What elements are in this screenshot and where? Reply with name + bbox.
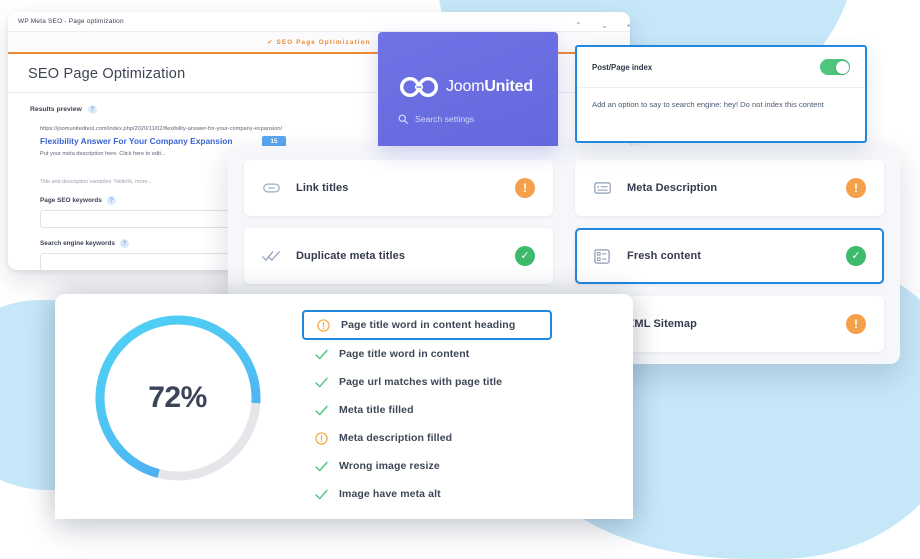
post-page-index-header: Post/Page index	[577, 47, 865, 88]
help-icon[interactable]: ?	[87, 105, 97, 114]
exclamation-icon: !	[854, 181, 858, 195]
tab-label: SEO Page Optimization	[276, 38, 371, 46]
check-card-label: Meta Description	[627, 182, 718, 194]
status-badge-warning: !	[515, 178, 535, 198]
brand-name: JoomUnited	[446, 78, 533, 96]
checklist-item-page-title-word-in-content[interactable]: Page title word in content	[300, 340, 633, 368]
check-icon	[314, 349, 328, 360]
search-engine-keywords-text: Search engine keywords	[40, 240, 115, 247]
toggle-knob	[835, 60, 849, 74]
check-card-label: Fresh content	[627, 250, 702, 262]
warning-icon	[316, 318, 330, 332]
checklist-item-page-title-word-in-content-heading[interactable]: Page title word in content heading	[302, 310, 552, 340]
brand-bold: United	[484, 78, 533, 95]
check-card-label: Duplicate meta titles	[296, 250, 406, 262]
checklist-item-label: Meta title filled	[339, 404, 414, 416]
checklist-item-page-url-matches-with-page-title[interactable]: Page url matches with page title	[300, 368, 633, 396]
check-icon: ✓	[851, 249, 861, 262]
check-card-meta-description[interactable]: Meta Description !	[575, 160, 884, 216]
checklist-item-image-have-meta-alt[interactable]: Image have meta alt	[300, 480, 633, 508]
check-card-link-titles[interactable]: Link titles !	[244, 160, 553, 216]
page-seo-keywords-text: Page SEO keywords	[40, 197, 102, 204]
post-page-index-card[interactable]: Post/Page index Add an option to say to …	[575, 45, 867, 143]
checklist-item-meta-description-filled[interactable]: Meta description filled	[300, 424, 633, 452]
checklist-item-label: Page title word in content	[339, 348, 470, 360]
joomunited-logo: JoomUnited	[398, 76, 533, 98]
settings-card: JoomUnited Search settings	[378, 32, 558, 146]
check-card-fresh-content[interactable]: Fresh content ✓	[575, 228, 884, 284]
window-title: WP Meta SEO - Page optimization	[18, 18, 124, 25]
exclamation-icon: !	[854, 317, 858, 331]
check-icon	[314, 461, 328, 472]
checklist-item-meta-title-filled[interactable]: Meta title filled	[300, 396, 633, 424]
chevron-down-icon[interactable]: ⌄	[601, 21, 608, 30]
list-icon	[593, 248, 611, 264]
status-badge-warning: !	[846, 178, 866, 198]
checklist-item-label: Image have meta alt	[339, 488, 441, 500]
check-icon	[314, 377, 328, 388]
window-controls: ⌃ ⌄ ▪	[575, 18, 630, 32]
score-gauge-wrap: 72%	[55, 294, 300, 486]
checklist-item-label: Page title word in content heading	[341, 319, 516, 331]
exclamation-icon: !	[523, 181, 527, 195]
search-icon	[398, 114, 408, 124]
check-card-label: Link titles	[296, 182, 349, 194]
post-page-index-toggle[interactable]	[820, 59, 850, 75]
check-icon	[314, 405, 328, 416]
score-panel: 72% Page title word in content heading P…	[55, 294, 633, 519]
checklist-item-label: Meta description filled	[339, 432, 453, 444]
check-icon	[314, 489, 328, 500]
status-badge-ok: ✓	[515, 246, 535, 266]
checklist-item-label: Page url matches with page title	[339, 376, 503, 388]
chevron-up-icon[interactable]: ⌃	[575, 21, 582, 30]
search-settings-placeholder: Search settings	[415, 114, 475, 124]
joomunited-mark	[399, 76, 439, 98]
post-page-index-description: Add an option to say to search engine: h…	[592, 100, 824, 109]
checklist: Page title word in content heading Page …	[300, 294, 633, 508]
score-gauge: 72%	[90, 310, 266, 486]
tab-seo-page-optimization[interactable]: ✔ SEO Page Optimization	[267, 39, 370, 46]
link-icon	[262, 183, 280, 193]
score-percent: 72%	[148, 381, 207, 414]
brand-light: Joom	[446, 78, 485, 95]
checklist-item-label: Wrong image resize	[339, 460, 440, 472]
status-badge-warning: !	[846, 314, 866, 334]
double-check-icon	[262, 250, 280, 262]
help-icon[interactable]: ?	[106, 196, 116, 205]
check-icon: ✓	[520, 249, 530, 262]
check-card-label: XML Sitemap	[627, 318, 697, 330]
warning-icon	[314, 431, 328, 445]
results-preview-text: Results preview	[30, 106, 82, 113]
search-settings[interactable]: Search settings	[398, 114, 474, 124]
check-icon: ✔	[267, 39, 274, 46]
window-titlebar: WP Meta SEO - Page optimization	[8, 12, 630, 32]
help-icon[interactable]: ?	[119, 239, 129, 248]
status-badge-ok: ✓	[846, 246, 866, 266]
minimize-icon[interactable]: ▪	[627, 21, 630, 30]
checklist-item-wrong-image-resize[interactable]: Wrong image resize	[300, 452, 633, 480]
post-page-index-label: Post/Page index	[592, 62, 653, 72]
canvas: WP Meta SEO - Page optimization ✔ SEO Pa…	[0, 0, 920, 559]
check-card-duplicate-meta-titles[interactable]: Duplicate meta titles ✓	[244, 228, 553, 284]
description-icon	[593, 181, 611, 195]
